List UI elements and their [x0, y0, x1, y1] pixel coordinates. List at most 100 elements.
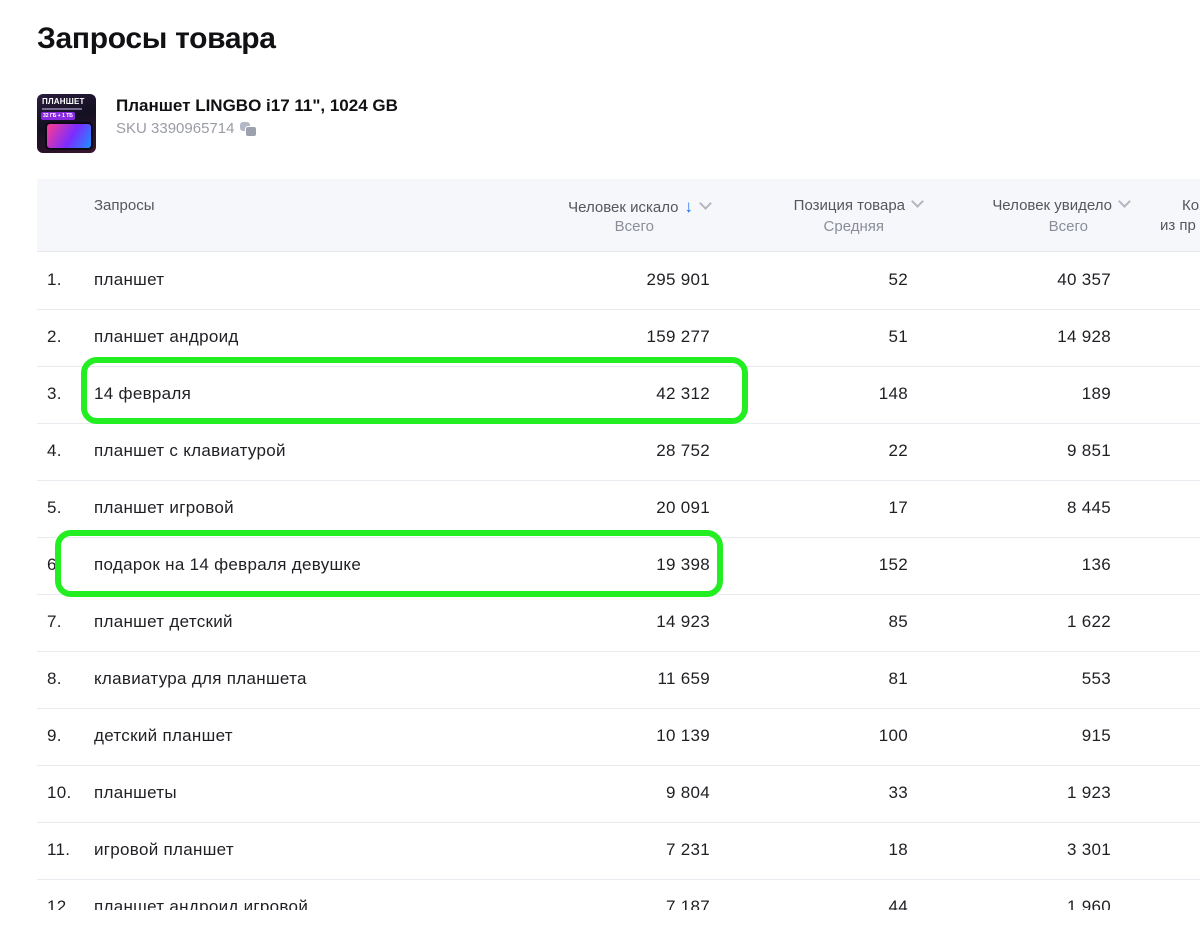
- row-seen: 1 622: [1066, 612, 1111, 631]
- table-row[interactable]: 7. планшет детский 14 923 85 1 622: [37, 594, 1200, 652]
- row-position: 152: [878, 555, 908, 574]
- row-seen: 189: [1081, 384, 1111, 403]
- row-seen: 136: [1081, 555, 1111, 574]
- copy-icon[interactable]: [240, 121, 258, 137]
- arrow-down-icon[interactable]: ↓: [685, 197, 694, 217]
- row-index: 3.: [47, 384, 62, 403]
- table-row[interactable]: 9. детский планшет 10 139 100 915: [37, 708, 1200, 766]
- row-query[interactable]: планшет андроид игровой: [94, 897, 308, 910]
- product-thumbnail[interactable]: ПЛАНШЕТ 32 ГБ + 1 ТБ: [37, 94, 96, 153]
- row-query[interactable]: планшет с клавиатурой: [94, 441, 286, 461]
- row-seen: 9 851: [1066, 441, 1111, 460]
- table-row[interactable]: 3. 14 февраля 42 312 148 189: [37, 366, 1200, 424]
- row-seen: 14 928: [1057, 327, 1111, 346]
- header-next-column-sub: из пр: [1160, 217, 1196, 234]
- chevron-down-icon[interactable]: [699, 197, 712, 210]
- row-index: 10.: [47, 783, 72, 802]
- header-queries: Запросы: [94, 197, 155, 214]
- row-index: 11.: [47, 840, 71, 859]
- row-index: 5.: [47, 498, 62, 517]
- table-row[interactable]: 8. клавиатура для планшета 11 659 81 553: [37, 651, 1200, 709]
- queries-table: Запросы Человек искало ↓ Всего Позиция то…: [37, 179, 1200, 910]
- row-query[interactable]: планшет детский: [94, 612, 233, 632]
- row-searched: 28 752: [656, 441, 710, 460]
- row-seen: 915: [1081, 726, 1111, 745]
- row-index: 8.: [47, 669, 62, 688]
- row-index: 9.: [47, 726, 62, 745]
- row-index: 6: [47, 555, 57, 574]
- table-row[interactable]: 12. планшет андроид игровой 7 187 44 1 960: [37, 879, 1200, 910]
- row-seen: 1 960: [1066, 897, 1111, 910]
- row-searched: 42 312: [656, 384, 710, 403]
- product-name[interactable]: Планшет LINGBO i17 11", 1024 GB: [116, 96, 398, 116]
- row-query[interactable]: планшет игровой: [94, 498, 234, 518]
- row-index: 4.: [47, 441, 62, 460]
- row-seen: 8 445: [1066, 498, 1111, 517]
- row-position: 81: [888, 669, 908, 688]
- row-index: 7.: [47, 612, 62, 631]
- row-position: 18: [888, 840, 908, 859]
- row-position: 52: [888, 270, 908, 289]
- header-position-label: Позиция товара: [793, 197, 905, 214]
- row-searched: 19 398: [656, 555, 710, 574]
- table-row[interactable]: 11. игровой планшет 7 231 18 3 301: [37, 822, 1200, 880]
- row-query[interactable]: 14 февраля: [94, 384, 191, 404]
- table-row[interactable]: 10. планшеты 9 804 33 1 923: [37, 765, 1200, 823]
- table-row[interactable]: 2. планшет андроид 159 277 51 14 928: [37, 309, 1200, 367]
- sku-text: SKU 3390965714: [116, 120, 235, 137]
- header-position[interactable]: Позиция товара: [793, 195, 924, 214]
- row-searched: 20 091: [656, 498, 710, 517]
- row-searched: 7 231: [665, 840, 710, 859]
- product-card: ПЛАНШЕТ 32 ГБ + 1 ТБ Планшет LINGBO i17 …: [37, 94, 637, 154]
- table-row[interactable]: 1. планшет 295 901 52 40 357: [37, 252, 1200, 310]
- row-seen: 3 301: [1066, 840, 1111, 859]
- row-position: 100: [878, 726, 908, 745]
- header-searched[interactable]: Человек искало ↓: [568, 197, 712, 217]
- row-searched: 159 277: [646, 327, 710, 346]
- page-title: Запросы товара: [37, 22, 276, 55]
- header-searched-sub: Всего: [614, 218, 654, 235]
- row-position: 33: [888, 783, 908, 802]
- row-searched: 9 804: [665, 783, 710, 802]
- row-index: 12.: [47, 897, 72, 910]
- row-seen: 553: [1081, 669, 1111, 688]
- chevron-down-icon[interactable]: [1118, 195, 1131, 208]
- row-position: 85: [888, 612, 908, 631]
- row-searched: 7 187: [665, 897, 710, 910]
- header-seen[interactable]: Человек увидело: [992, 195, 1131, 214]
- row-position: 51: [888, 327, 908, 346]
- table-row[interactable]: 5. планшет игровой 20 091 17 8 445: [37, 480, 1200, 538]
- row-searched: 14 923: [656, 612, 710, 631]
- row-position: 44: [888, 897, 908, 910]
- row-searched: 10 139: [656, 726, 710, 745]
- chevron-down-icon[interactable]: [911, 195, 924, 208]
- thumbnail-device-image: [47, 124, 91, 148]
- row-query[interactable]: планшет андроид: [94, 327, 239, 347]
- row-index: 1.: [47, 270, 62, 289]
- row-query[interactable]: клавиатура для планшета: [94, 669, 307, 689]
- thumbnail-title: ПЛАНШЕТ: [42, 97, 85, 106]
- header-seen-label: Человек увидело: [992, 197, 1112, 214]
- row-query[interactable]: планшет: [94, 270, 164, 290]
- row-seen: 1 923: [1066, 783, 1111, 802]
- row-index: 2.: [47, 327, 62, 346]
- table-header: Запросы Человек искало ↓ Всего Позиция то…: [37, 179, 1200, 252]
- table-row[interactable]: 4. планшет с клавиатурой 28 752 22 9 851: [37, 423, 1200, 481]
- table-row[interactable]: 6 подарок на 14 февраля девушке 19 398 152 1…: [37, 537, 1200, 595]
- row-searched: 11 659: [657, 669, 710, 688]
- thumbnail-subtitle-line: [42, 108, 82, 110]
- row-query[interactable]: игровой планшет: [94, 840, 234, 860]
- header-position-sub: Средняя: [823, 218, 884, 235]
- row-position: 17: [888, 498, 908, 517]
- row-query[interactable]: детский планшет: [94, 726, 233, 746]
- header-next-column[interactable]: Ко: [1182, 197, 1199, 214]
- header-searched-label: Человек искало: [568, 199, 679, 216]
- row-position: 22: [888, 441, 908, 460]
- row-seen: 40 357: [1057, 270, 1111, 289]
- row-query[interactable]: планшеты: [94, 783, 177, 803]
- row-searched: 295 901: [646, 270, 710, 289]
- thumbnail-badge: 32 ГБ + 1 ТБ: [41, 112, 75, 120]
- product-sku: SKU 3390965714: [116, 120, 258, 137]
- header-seen-sub: Всего: [1048, 218, 1088, 235]
- row-query[interactable]: подарок на 14 февраля девушке: [94, 555, 361, 575]
